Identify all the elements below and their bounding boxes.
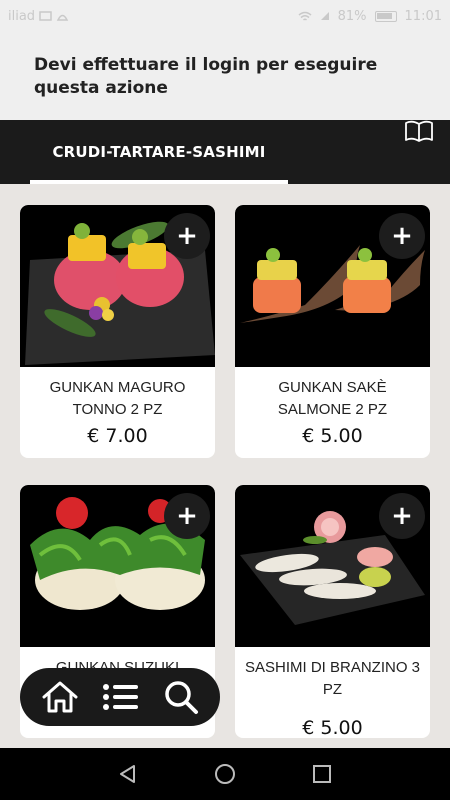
notification-icon bbox=[56, 14, 69, 21]
tab-crudi-tartare-sashimi[interactable]: CRUDI-TARTARE-SASHIMI bbox=[30, 120, 288, 184]
signal-icon bbox=[320, 12, 329, 20]
product-name: GUNKAN SAKÈ SALMONE 2 PZ bbox=[277, 379, 388, 418]
add-label: + bbox=[176, 221, 198, 251]
back-triangle-icon[interactable] bbox=[118, 764, 138, 784]
product-card[interactable]: + GUNKAN MAGURO TONNO 2 PZ € 7.00 bbox=[20, 205, 215, 458]
book-icon[interactable] bbox=[404, 120, 434, 142]
status-left: iliad bbox=[8, 9, 69, 24]
login-required-banner: Devi effettuare il login per eseguire qu… bbox=[0, 32, 450, 120]
status-right: 81% 11:01 bbox=[298, 9, 442, 24]
category-bar: CRUDI-TARTARE-SASHIMI bbox=[0, 120, 450, 184]
product-name: SASHIMI DI BRANZINO 3 PZ bbox=[244, 659, 421, 698]
message-icon bbox=[39, 10, 52, 21]
clock: 11:01 bbox=[404, 8, 442, 24]
active-tab-indicator bbox=[30, 180, 288, 184]
product-price: € 5.00 bbox=[302, 717, 363, 738]
battery-percent: 81% bbox=[337, 8, 367, 24]
battery-icon bbox=[374, 10, 397, 22]
add-to-cart-button[interactable]: + bbox=[164, 213, 210, 259]
system-navigation-bar bbox=[0, 748, 450, 800]
add-to-cart-button[interactable]: + bbox=[164, 493, 210, 539]
add-to-cart-button[interactable]: + bbox=[379, 493, 425, 539]
add-to-cart-button[interactable]: + bbox=[379, 213, 425, 259]
list-icon[interactable] bbox=[102, 682, 140, 712]
carrier-label: iliad bbox=[8, 8, 36, 24]
wifi-icon bbox=[298, 11, 312, 21]
product-card[interactable]: + GUNKAN SAKÈ SALMONE 2 PZ € 5.00 bbox=[235, 205, 430, 458]
product-photo: + bbox=[20, 485, 215, 647]
home-icon[interactable] bbox=[41, 680, 79, 714]
product-photo: + bbox=[235, 485, 430, 647]
product-price: € 7.00 bbox=[87, 425, 148, 447]
login-required-message: Devi effettuare il login per eseguire qu… bbox=[34, 55, 378, 98]
home-circle-icon[interactable] bbox=[214, 763, 236, 785]
product-photo: + bbox=[235, 205, 430, 367]
tab-label: CRUDI-TARTARE-SASHIMI bbox=[52, 143, 266, 161]
product-card[interactable]: + SASHIMI DI BRANZINO 3 PZ € 5.00 bbox=[235, 485, 430, 738]
search-icon[interactable] bbox=[163, 679, 199, 715]
bottom-navigation bbox=[20, 668, 220, 726]
product-price: € 5.00 bbox=[302, 425, 363, 447]
recents-square-icon[interactable] bbox=[312, 764, 332, 784]
product-photo: + bbox=[20, 205, 215, 367]
add-label: + bbox=[176, 501, 198, 531]
product-name: GUNKAN MAGURO TONNO 2 PZ bbox=[49, 379, 186, 418]
status-bar: iliad 81% 11:01 bbox=[0, 0, 450, 32]
add-label: + bbox=[391, 221, 413, 251]
add-label: + bbox=[391, 501, 413, 531]
